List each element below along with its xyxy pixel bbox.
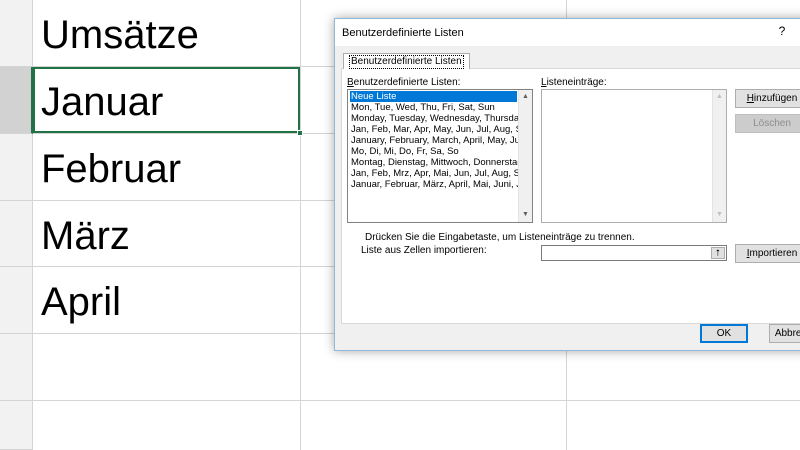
entries-scrollbar[interactable]: ▲ ▼: [712, 90, 726, 222]
lists-label-mnemonic: B: [347, 77, 354, 88]
import-label: Liste aus Zellen importieren:: [361, 245, 487, 256]
lists-label: Benutzerdefinierte Listen:: [347, 77, 460, 88]
cell-a3[interactable]: Februar: [41, 136, 181, 202]
ok-button[interactable]: OK: [700, 324, 748, 343]
delete-button[interactable]: Löschen: [735, 114, 800, 133]
cell-a4[interactable]: März: [41, 203, 130, 269]
lists-label-text: enutzerdefinierte Listen:: [353, 77, 461, 88]
grid-line: [33, 400, 800, 401]
import-range-input[interactable]: ⭡: [541, 245, 727, 261]
grid-line: [300, 0, 301, 450]
fill-handle[interactable]: [297, 130, 303, 136]
list-entries-textarea[interactable]: ▲ ▼: [541, 89, 727, 223]
scroll-down-arrow-icon[interactable]: ▼: [519, 208, 532, 222]
range-picker-up-arrow-icon[interactable]: ⭡: [711, 247, 725, 259]
dialog-title: Benutzerdefinierte Listen: [342, 27, 464, 39]
scroll-up-arrow-icon[interactable]: ▲: [713, 90, 726, 104]
row-header-4[interactable]: [0, 201, 33, 267]
row-header-6[interactable]: [0, 334, 33, 401]
list-item[interactable]: January, February, March, April, May, Ju…: [350, 135, 532, 146]
scroll-down-arrow-icon[interactable]: ▼: [713, 208, 726, 222]
lists-scrollbar[interactable]: ▲ ▼: [518, 90, 532, 222]
custom-lists-listbox[interactable]: Neue Liste Mon, Tue, Wed, Thu, Fri, Sat,…: [347, 89, 533, 223]
row-header-1[interactable]: [0, 0, 33, 67]
custom-lists-dialog: Benutzerdefinierte Listen ? Benutzerdefi…: [334, 18, 800, 351]
help-icon[interactable]: ?: [775, 24, 789, 40]
scroll-up-arrow-icon[interactable]: ▲: [519, 90, 532, 104]
list-item[interactable]: Montag, Dienstag, Mittwoch, Donnerstag: [350, 157, 524, 168]
list-item[interactable]: Jan, Feb, Mrz, Apr, Mai, Jun, Jul, Aug, …: [350, 168, 532, 179]
row-header-7[interactable]: [0, 401, 33, 450]
import-button[interactable]: Importieren: [735, 244, 800, 263]
tab-label: Benutzerdefinierte Listen: [349, 55, 464, 69]
list-item[interactable]: Jan, Feb, Mar, Apr, May, Jun, Jul, Aug, …: [350, 124, 532, 135]
entries-label-text: isteneinträge:: [546, 77, 607, 88]
cancel-button[interactable]: Abbrechen: [769, 324, 800, 343]
active-cell-border: [33, 67, 300, 133]
dialog-titlebar[interactable]: Benutzerdefinierte Listen ?: [335, 19, 800, 46]
list-item[interactable]: Monday, Tuesday, Wednesday, Thursday, Fr…: [350, 113, 532, 124]
list-item[interactable]: Neue Liste: [350, 91, 517, 102]
row-header-2[interactable]: [0, 67, 33, 134]
add-button-text: inzufügen: [753, 93, 798, 104]
add-button[interactable]: Hinzufügen: [735, 89, 800, 108]
row-header-3[interactable]: [0, 134, 33, 201]
cell-a1[interactable]: Umsätze: [41, 2, 199, 68]
entries-label: Listeneinträge:: [541, 77, 607, 88]
cell-a5[interactable]: April: [41, 269, 121, 335]
list-item[interactable]: Januar, Februar, März, April, Mai, Juni,…: [350, 179, 532, 190]
add-button-mnemonic: H: [746, 93, 754, 104]
list-item[interactable]: Mon, Tue, Wed, Thu, Fri, Sat, Sun: [350, 102, 496, 113]
tab-custom-lists[interactable]: Benutzerdefinierte Listen: [343, 53, 470, 69]
import-button-text: mportieren: [749, 248, 798, 259]
separator-hint: Drücken Sie die Eingabetaste, um Listene…: [365, 232, 635, 243]
row-header-5[interactable]: [0, 267, 33, 334]
list-item[interactable]: Mo, Di, Mi, Do, Fr, Sa, So: [350, 146, 460, 157]
